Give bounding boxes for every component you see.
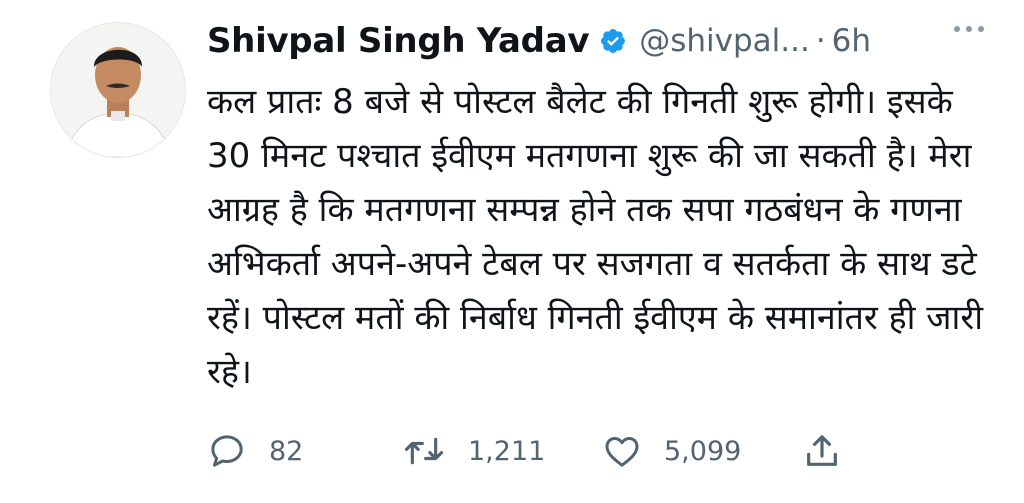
heart-icon	[605, 437, 639, 467]
retweet-count: 1,211	[468, 435, 546, 467]
avatar-photo	[51, 23, 185, 157]
author-name[interactable]: Shivpal Singh Yadav	[207, 21, 590, 61]
retweet-button[interactable]: 1,211	[402, 431, 602, 471]
reply-icon	[211, 435, 243, 467]
author-handle[interactable]: @shivpal...	[639, 23, 810, 59]
like-button[interactable]: 5,099	[602, 431, 802, 471]
reply-button[interactable]: 82	[207, 431, 402, 471]
separator-dot: ·	[815, 23, 826, 59]
tweet-header: Shivpal Singh Yadav @shivpal... · 6h	[207, 14, 984, 68]
reply-count: 82	[269, 435, 304, 467]
retweet-icon	[404, 437, 444, 465]
verified-badge-icon	[599, 27, 627, 55]
action-bar: 82 1,211 5,099	[207, 428, 842, 474]
tweet-text: कल प्रातः 8 बजे से पोस्टल बैलेट की गिनती…	[207, 82, 984, 392]
like-count: 5,099	[664, 435, 742, 467]
timestamp[interactable]: 6h	[832, 23, 871, 59]
share-button[interactable]	[802, 431, 842, 471]
avatar[interactable]	[50, 22, 186, 158]
share-icon	[807, 435, 837, 466]
more-options-icon[interactable]	[954, 26, 984, 32]
